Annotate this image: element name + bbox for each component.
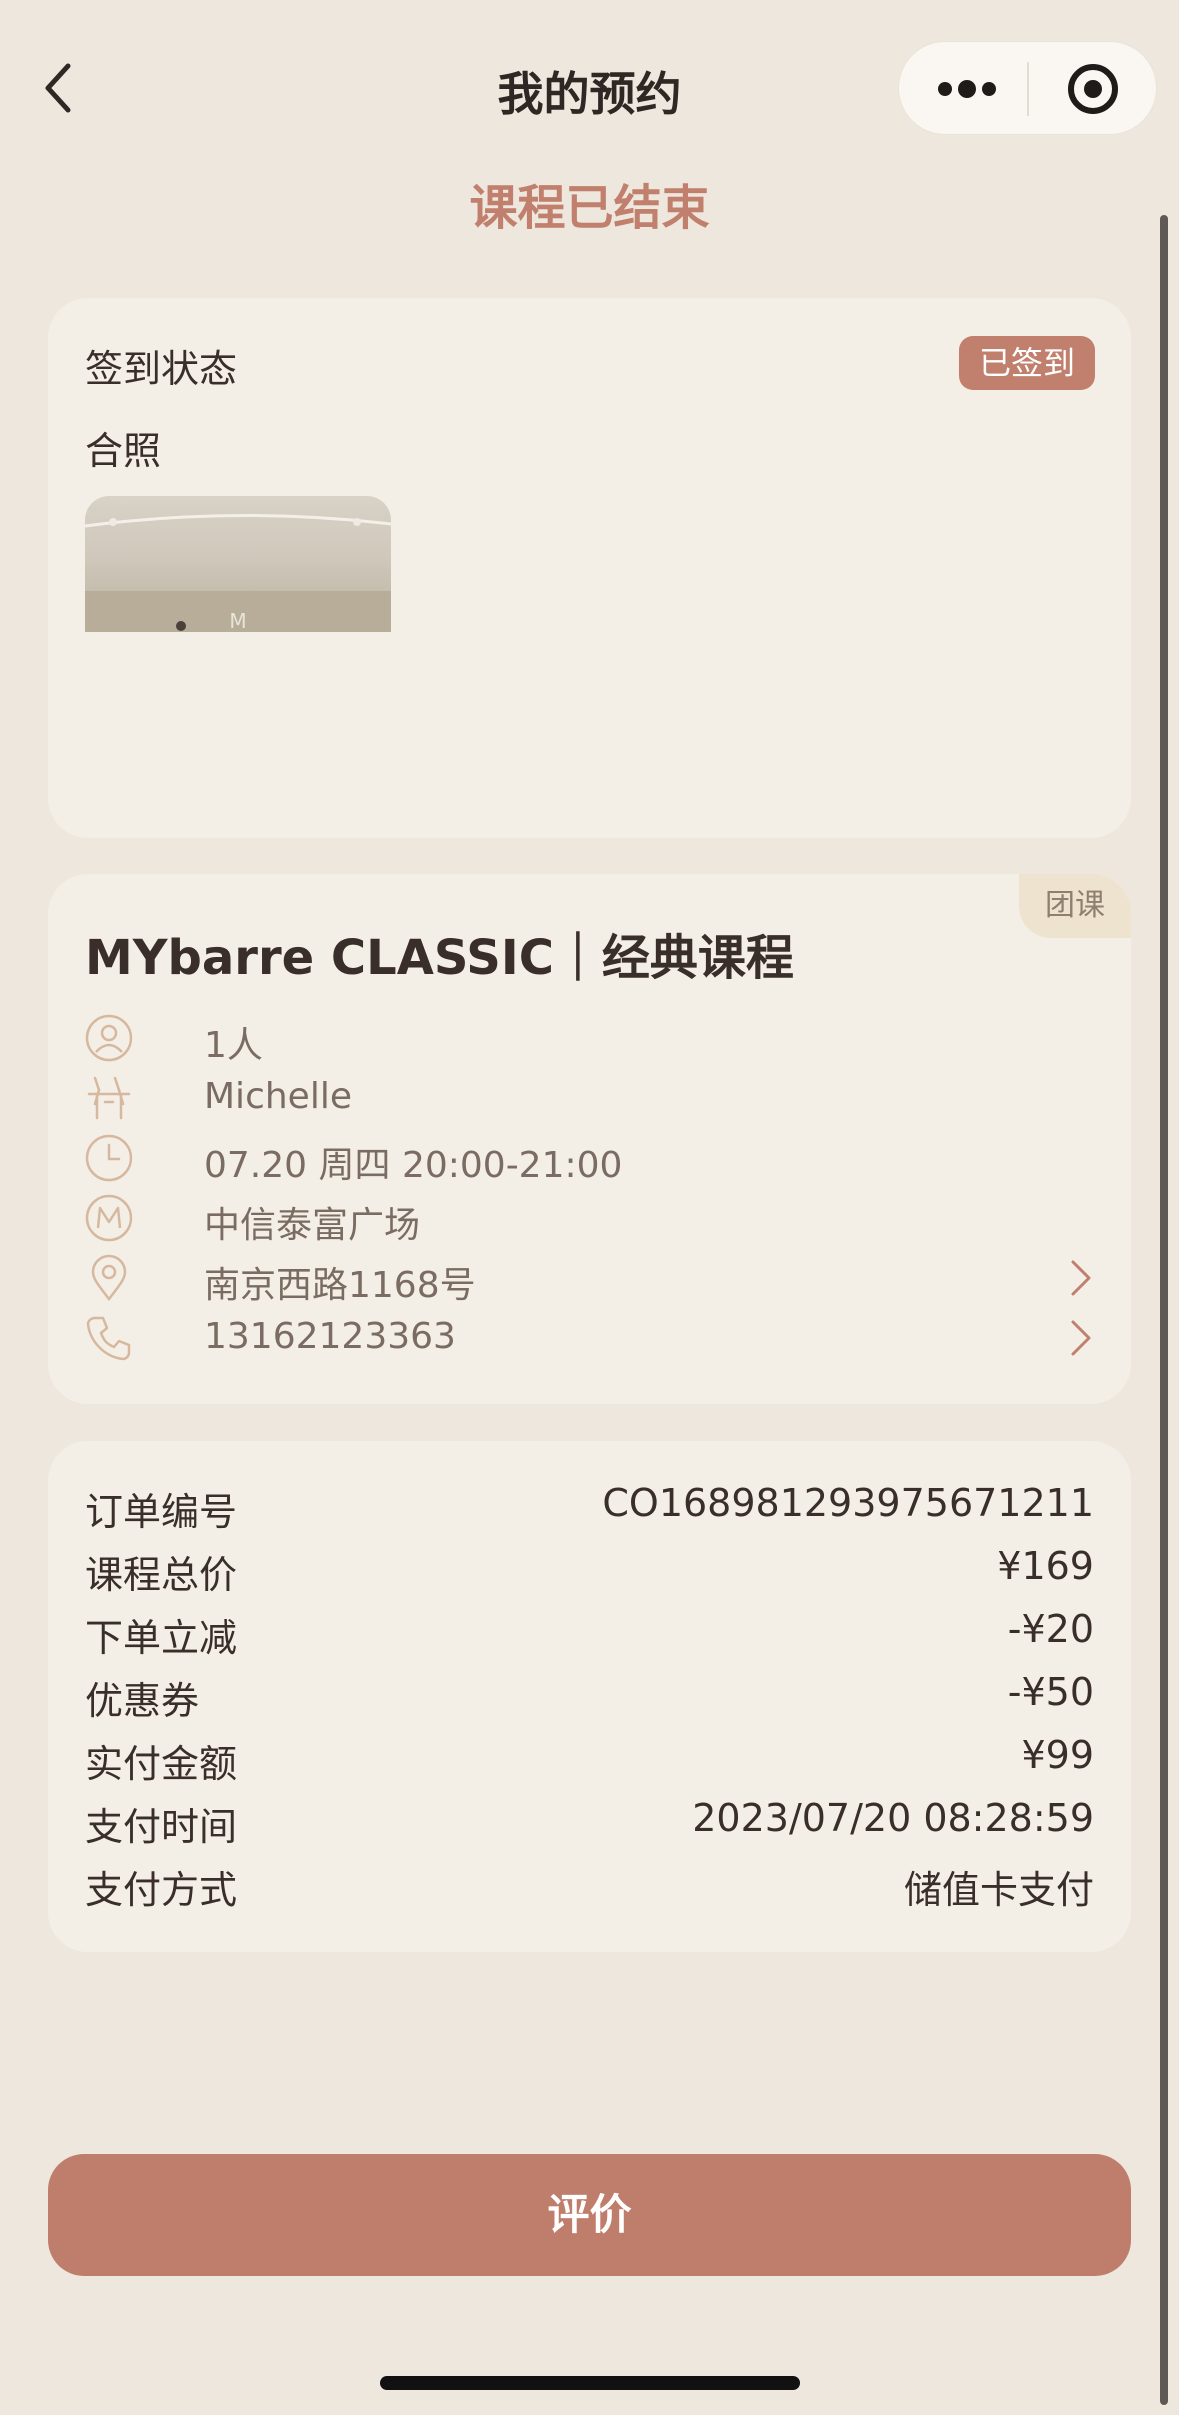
- participants-text: 1人: [204, 1025, 263, 1066]
- coupon-row: 优惠券 -¥50: [85, 1670, 1094, 1726]
- more-button[interactable]: [935, 72, 999, 106]
- group-photo[interactable]: M: [85, 496, 391, 632]
- home-indicator: [380, 2376, 800, 2390]
- instructor-name: Michelle: [204, 1076, 352, 1117]
- order-number-label: 订单编号: [85, 1490, 238, 1534]
- capsule-divider: [1027, 62, 1029, 116]
- m-logo-icon: [85, 1194, 133, 1242]
- course-title: MYbarre CLASSIC｜经典课程: [85, 930, 794, 986]
- checkin-status-label: 签到状态: [85, 347, 238, 391]
- address-text: 南京西路1168号: [204, 1265, 476, 1306]
- course-status-text: 课程已结束: [469, 180, 710, 236]
- total-price-row: 课程总价 ¥169: [85, 1544, 1094, 1600]
- paid-amount-value: ¥99: [1021, 1733, 1094, 1777]
- phone-icon: [85, 1314, 133, 1362]
- scrollbar[interactable]: [1160, 215, 1168, 2405]
- total-price-label: 课程总价: [85, 1553, 238, 1597]
- payment-time-label: 支付时间: [85, 1805, 238, 1849]
- phone-row[interactable]: 13162123363: [85, 1308, 1094, 1364]
- time-row: 07.20 周四 20:00-21:00: [85, 1128, 1094, 1186]
- miniprogram-capsule: [898, 41, 1157, 135]
- total-price-value: ¥169: [997, 1544, 1094, 1588]
- order-discount-label: 下单立减: [85, 1616, 238, 1660]
- svg-text:M: M: [229, 609, 246, 632]
- payment-time-value: 2023/07/20 08:28:59: [692, 1796, 1094, 1840]
- address-row[interactable]: 南京西路1168号: [85, 1248, 1094, 1306]
- course-time: 07.20 周四 20:00-21:00: [204, 1145, 623, 1186]
- clock-icon: [85, 1134, 133, 1182]
- studio-name: 中信泰富广场: [204, 1205, 421, 1246]
- course-type-tag: 团课: [1019, 874, 1131, 938]
- payment-method-value: 储值卡支付: [903, 1868, 1094, 1912]
- checkin-status-badge: 已签到: [958, 336, 1095, 390]
- review-button[interactable]: 评价: [48, 2154, 1131, 2276]
- paid-amount-label: 实付金额: [85, 1742, 238, 1786]
- payment-time-row: 支付时间 2023/07/20 08:28:59: [85, 1796, 1094, 1852]
- location-pin-icon: [85, 1254, 133, 1302]
- order-info-card: 订单编号 CO168981293975671211 课程总价 ¥169 下单立减…: [48, 1441, 1131, 1952]
- coupon-label: 优惠券: [85, 1679, 200, 1723]
- target-icon: [1068, 64, 1118, 114]
- participants-row: 1人: [85, 1008, 1094, 1066]
- person-icon: [85, 1014, 133, 1062]
- phone-number: 13162123363: [204, 1316, 456, 1357]
- instructor-row: Michelle: [85, 1068, 1094, 1124]
- checkin-card: 签到状态 已签到 合照 M: [48, 298, 1131, 838]
- order-number-value: CO168981293975671211: [602, 1481, 1094, 1525]
- order-discount-row: 下单立减 -¥20: [85, 1607, 1094, 1663]
- paid-amount-row: 实付金额 ¥99: [85, 1733, 1094, 1789]
- studio-photo-image: M: [85, 514, 391, 632]
- order-discount-value: -¥20: [1007, 1607, 1094, 1651]
- course-info-card: 团课 MYbarre CLASSIC｜经典课程 1人 Michelle 07.2…: [48, 874, 1131, 1404]
- order-number-row: 订单编号 CO168981293975671211: [85, 1481, 1094, 1537]
- close-miniprogram-button[interactable]: [1066, 62, 1120, 116]
- coupon-value: -¥50: [1007, 1670, 1094, 1714]
- payment-method-row: 支付方式 储值卡支付: [85, 1859, 1094, 1915]
- more-dots-icon: [938, 80, 996, 98]
- navigation-bar: 我的预约: [0, 0, 1179, 175]
- chevron-right-icon: [1068, 1258, 1094, 1298]
- payment-method-label: 支付方式: [85, 1868, 238, 1912]
- barre-figure-icon: [85, 1074, 133, 1122]
- group-photo-label: 合照: [85, 429, 162, 473]
- chevron-right-icon: [1068, 1318, 1094, 1358]
- studio-row: 中信泰富广场: [85, 1188, 1094, 1246]
